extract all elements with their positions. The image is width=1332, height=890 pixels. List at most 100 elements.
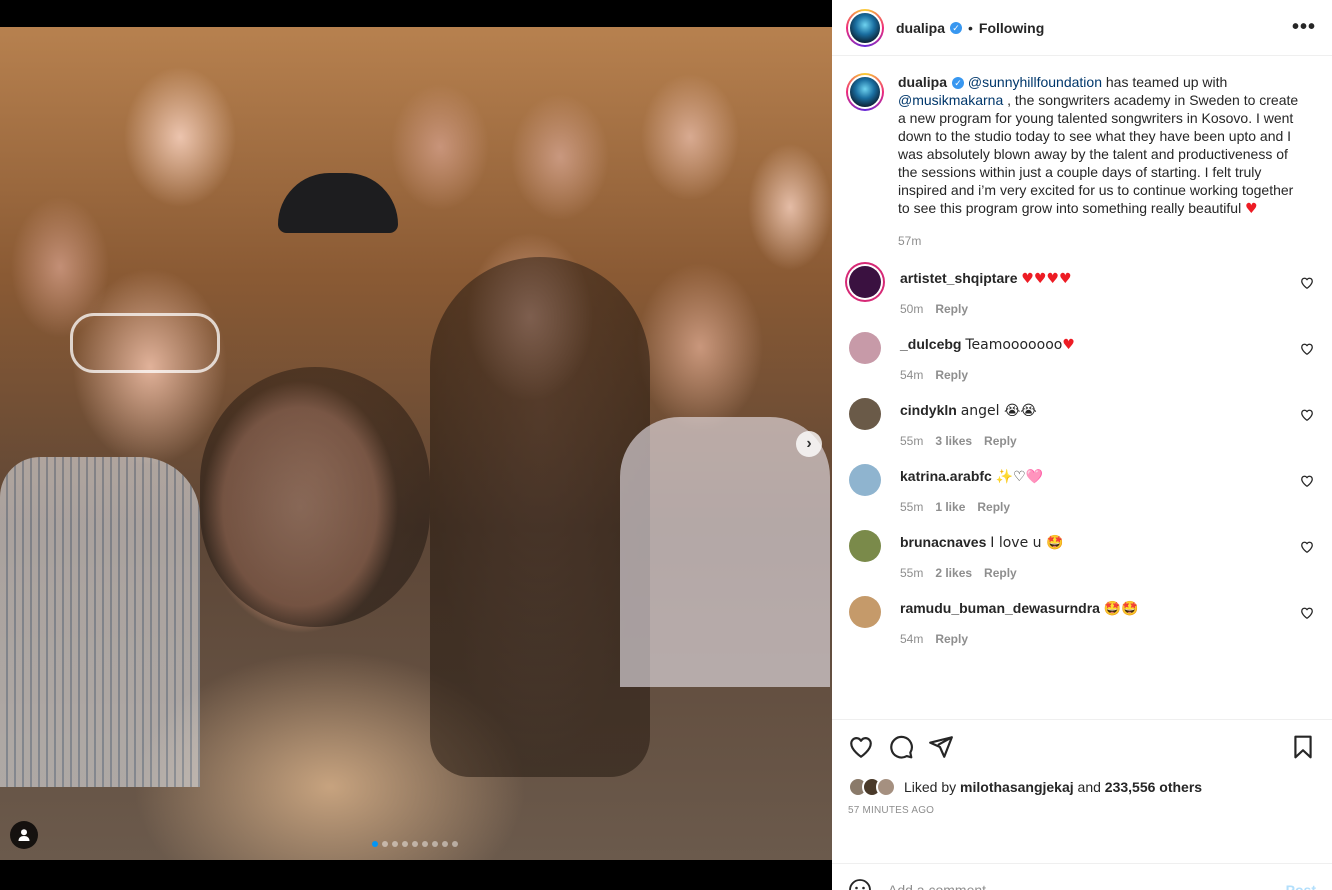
comment-time[interactable]: 50m bbox=[900, 302, 923, 316]
emoji-icon[interactable] bbox=[848, 878, 872, 890]
comment-text: brunacnaves I love u 🤩 bbox=[900, 530, 1290, 552]
caption-segment: , the songwriters academy in Sweden to c… bbox=[898, 92, 1299, 216]
commenter-username[interactable]: _dulcebg bbox=[900, 336, 961, 352]
photo-detail bbox=[278, 173, 398, 233]
comment-body: 🤩🤩 bbox=[1103, 601, 1139, 617]
comment-text: ramudu_buman_dewasurndra 🤩🤩 bbox=[900, 596, 1290, 618]
caption-author-avatar[interactable] bbox=[846, 73, 884, 111]
post-caption: dualipa ✓ @sunnyhillfoundation has teamed… bbox=[846, 73, 1316, 250]
chevron-right-icon: › bbox=[806, 435, 812, 452]
comment-text: cindykln angel 😭😭 bbox=[900, 398, 1290, 420]
commenter-username[interactable]: cindykln bbox=[900, 402, 957, 418]
comment-likes[interactable]: 1 like bbox=[935, 500, 965, 514]
comment-like-icon[interactable] bbox=[1300, 408, 1314, 422]
following-button[interactable]: Following bbox=[979, 20, 1044, 36]
photo-detail bbox=[200, 367, 430, 627]
commenter-avatar[interactable] bbox=[849, 464, 881, 496]
reply-button[interactable]: Reply bbox=[984, 434, 1017, 448]
likes-summary: Liked by milothasangjekaj and 233,556 ot… bbox=[832, 773, 1332, 801]
likes-others-link[interactable]: 233,556 others bbox=[1105, 779, 1202, 795]
share-icon[interactable] bbox=[928, 734, 954, 760]
reply-button[interactable]: Reply bbox=[977, 500, 1010, 514]
comment-likes[interactable]: 3 likes bbox=[935, 434, 972, 448]
caption-text: dualipa ✓ @sunnyhillfoundation has teamed… bbox=[898, 73, 1300, 218]
post-panel: dualipa ✓ • Following ••• dualipa ✓ @sunn… bbox=[832, 0, 1332, 890]
liker-username[interactable]: milothasangjekaj bbox=[960, 779, 1074, 795]
likes-text: Liked by milothasangjekaj and 233,556 ot… bbox=[904, 779, 1202, 795]
reply-button[interactable]: Reply bbox=[935, 632, 968, 646]
post-photo[interactable] bbox=[0, 27, 832, 860]
commenter-username[interactable]: brunacnaves bbox=[900, 534, 986, 550]
comment-item: brunacnaves I love u 🤩 55m 2 likes Reply bbox=[846, 530, 1316, 580]
author-username[interactable]: dualipa bbox=[896, 20, 945, 36]
commenter-username[interactable]: katrina.arabfc bbox=[900, 468, 992, 484]
commenter-avatar[interactable] bbox=[849, 398, 881, 430]
user-icon bbox=[18, 829, 30, 841]
reply-button[interactable]: Reply bbox=[935, 368, 968, 382]
carousel-dot bbox=[402, 841, 408, 847]
comment-time[interactable]: 55m bbox=[900, 434, 923, 448]
like-heart-icon[interactable] bbox=[848, 734, 874, 760]
comment-time[interactable]: 55m bbox=[900, 566, 923, 580]
tagged-users-button[interactable] bbox=[10, 821, 38, 849]
reply-button[interactable]: Reply bbox=[984, 566, 1017, 580]
bookmark-icon[interactable] bbox=[1290, 734, 1316, 760]
comment-like-icon[interactable] bbox=[1300, 540, 1314, 554]
comment-meta: 54m Reply bbox=[900, 632, 1290, 646]
comment-item: katrina.arabfc ✨♡🩷 55m 1 like Reply bbox=[846, 464, 1316, 514]
heart-emoji: ♥ bbox=[1245, 201, 1258, 217]
comment-time[interactable]: 54m bbox=[900, 632, 923, 646]
comment-item: _dulcebg Teamooooooo♥ 54m Reply bbox=[846, 332, 1316, 382]
comment-meta: 54m Reply bbox=[900, 368, 1290, 382]
carousel-dot bbox=[382, 841, 388, 847]
post-comment-button[interactable]: Post bbox=[1286, 882, 1316, 890]
author-avatar[interactable] bbox=[846, 8, 884, 47]
carousel-indicator bbox=[372, 841, 458, 847]
comment-likes[interactable]: 2 likes bbox=[935, 566, 972, 580]
add-comment-bar: Add a comment… Post bbox=[832, 863, 1332, 890]
carousel-dot bbox=[392, 841, 398, 847]
carousel-next-button[interactable]: › bbox=[796, 431, 822, 457]
comment-icon[interactable] bbox=[888, 734, 914, 760]
carousel-dot bbox=[452, 841, 458, 847]
commenter-avatar[interactable] bbox=[849, 530, 881, 562]
comment-like-icon[interactable] bbox=[1300, 606, 1314, 620]
comment-text: katrina.arabfc ✨♡🩷 bbox=[900, 464, 1290, 486]
comment-input[interactable]: Add a comment… bbox=[888, 882, 1286, 890]
commenter-avatar[interactable] bbox=[849, 596, 881, 628]
comment-meta: 50m Reply bbox=[900, 302, 1290, 316]
comment-like-icon[interactable] bbox=[1300, 276, 1314, 290]
comments-list[interactable]: dualipa ✓ @sunnyhillfoundation has teamed… bbox=[832, 57, 1332, 719]
avatar bbox=[876, 777, 896, 797]
mention-link[interactable]: @musikmakarna bbox=[898, 92, 1003, 108]
likes-middle: and bbox=[1073, 779, 1105, 795]
comment-like-icon[interactable] bbox=[1300, 342, 1314, 356]
liker-avatars[interactable] bbox=[848, 777, 896, 797]
commenter-username[interactable]: artistet_shqiptare bbox=[900, 270, 1017, 286]
comment-time[interactable]: 55m bbox=[900, 500, 923, 514]
commenter-username[interactable]: ramudu_buman_dewasurndra bbox=[900, 600, 1100, 616]
carousel-dot bbox=[372, 841, 378, 847]
mention-link[interactable]: @sunnyhillfoundation bbox=[968, 74, 1102, 90]
comment-like-icon[interactable] bbox=[1300, 474, 1314, 488]
commenter-avatar[interactable] bbox=[849, 266, 881, 298]
reply-button[interactable]: Reply bbox=[935, 302, 968, 316]
comment-meta: 55m 2 likes Reply bbox=[900, 566, 1290, 580]
commenter-avatar[interactable] bbox=[849, 332, 881, 364]
comment-item: cindykln angel 😭😭 55m 3 likes Reply bbox=[846, 398, 1316, 448]
comment-text: _dulcebg Teamooooooo♥ bbox=[900, 332, 1290, 354]
verified-badge-icon: ✓ bbox=[952, 77, 965, 89]
comment-body: ♥♥♥♥ bbox=[1021, 271, 1072, 287]
comment-meta: 55m 1 like Reply bbox=[900, 500, 1290, 514]
action-bar bbox=[832, 720, 1332, 774]
comment-time[interactable]: 54m bbox=[900, 368, 923, 382]
photo-detail bbox=[620, 417, 830, 687]
carousel-dot bbox=[442, 841, 448, 847]
comment-body: ✨♡🩷 bbox=[995, 469, 1044, 485]
more-options-icon[interactable]: ••• bbox=[1292, 16, 1316, 39]
caption-author[interactable]: dualipa bbox=[898, 74, 947, 90]
post-timestamp[interactable]: 57 MINUTES AGO bbox=[832, 805, 1332, 816]
caption-time[interactable]: 57m bbox=[898, 232, 1300, 250]
photo-detail bbox=[70, 313, 220, 373]
carousel-dot bbox=[412, 841, 418, 847]
